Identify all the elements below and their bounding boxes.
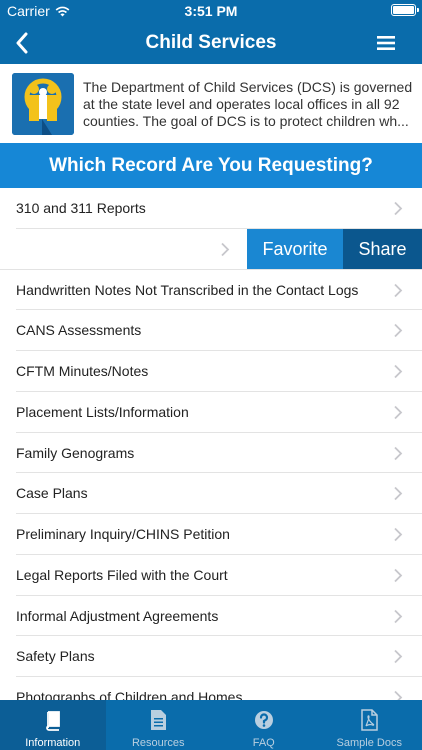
record-row[interactable]: CANS Assessments [16, 310, 422, 351]
record-list[interactable]: 310 and 311 Reports Favorite Share Handw… [0, 188, 422, 700]
question-icon [254, 711, 273, 729]
chevron-right-icon [394, 324, 403, 338]
agency-description: The Department of Child Services (DCS) i… [83, 79, 413, 129]
record-label: Case Plans [16, 485, 88, 502]
record-label: CANS Assessments [16, 322, 142, 339]
record-label: Informal Adjustment Agreements [16, 607, 219, 624]
tab-resources[interactable]: Resources [106, 700, 212, 750]
record-label: Safety Plans [16, 648, 95, 665]
document-icon [151, 710, 167, 730]
tab-faq[interactable]: FAQ [211, 700, 317, 750]
status-bar: Carrier 3:51 PM [0, 0, 422, 22]
chevron-right-icon [394, 487, 403, 501]
status-time: 3:51 PM [184, 3, 238, 19]
chevron-right-icon [394, 201, 403, 216]
chevron-right-icon [394, 650, 403, 664]
tab-sample-docs[interactable]: Sample Docs [317, 700, 422, 750]
hamburger-icon [377, 36, 395, 50]
chevron-right-icon [394, 446, 403, 460]
record-label: CFTM Minutes/Notes [16, 363, 149, 379]
record-row[interactable]: 310 and 311 Reports [16, 188, 422, 229]
agency-intro: The Department of Child Services (DCS) i… [0, 64, 422, 142]
pdf-icon [361, 709, 378, 731]
record-label: Photographs of Children and Homes [16, 689, 243, 700]
record-row[interactable]: Family Genograms [16, 433, 422, 474]
record-row[interactable]: Safety Plans [16, 636, 422, 677]
back-button[interactable] [8, 29, 36, 57]
record-row[interactable]: Preliminary Inquiry/CHINS Petition [16, 514, 422, 555]
record-row[interactable]: Legal Reports Filed with the Court [16, 555, 422, 596]
record-row[interactable]: CFTM Minutes/Notes [16, 351, 422, 392]
chevron-right-icon [394, 609, 403, 623]
tab-information[interactable]: Information [0, 700, 106, 750]
share-button[interactable]: Share [343, 228, 422, 269]
chevron-right-icon [221, 242, 230, 256]
header: Carrier 3:51 PM Child Services [0, 0, 422, 64]
record-row[interactable]: Placement Lists/Information [16, 392, 422, 433]
tab-bar: Information Resources FAQ Sample Docs [0, 700, 422, 750]
chevron-right-icon [394, 283, 403, 297]
record-label: Placement Lists/Information [16, 403, 189, 420]
tab-label: Sample Docs [336, 737, 402, 749]
menu-button[interactable] [372, 32, 400, 54]
record-row[interactable]: Informal Adjustment Agreements [16, 596, 422, 637]
tab-label: Resources [131, 737, 185, 749]
record-label: Handwritten Notes Not Transcribed in the… [16, 281, 359, 298]
record-label: Legal Reports Filed with the Court [16, 566, 228, 583]
nav-bar: Child Services [0, 22, 422, 64]
record-row-swiped[interactable]: Favorite Share [0, 228, 422, 270]
chevron-left-icon [16, 32, 28, 54]
tab-label: FAQ [252, 737, 275, 749]
record-row[interactable]: Case Plans [16, 473, 422, 514]
chevron-right-icon [394, 568, 403, 582]
tab-label: Information [25, 737, 81, 749]
record-label: Preliminary Inquiry/CHINS Petition [16, 526, 230, 542]
chevron-right-icon [394, 690, 403, 700]
record-row[interactable]: Handwritten Notes Not Transcribed in the… [16, 270, 422, 311]
chevron-right-icon [394, 405, 403, 419]
chevron-right-icon [394, 364, 403, 379]
record-label: 310 and 311 Reports [16, 200, 146, 216]
book-icon [45, 711, 60, 731]
favorite-button[interactable]: Favorite [247, 228, 343, 269]
status-right [391, 4, 419, 16]
record-label: Family Genograms [16, 444, 135, 461]
page-title: Child Services [145, 32, 277, 53]
agency-logo [12, 73, 74, 135]
battery-icon [391, 4, 419, 16]
record-row[interactable]: Photographs of Children and Homes [16, 677, 422, 700]
chevron-right-icon [394, 527, 403, 542]
section-heading: Which Record Are You Requesting? [0, 143, 422, 188]
